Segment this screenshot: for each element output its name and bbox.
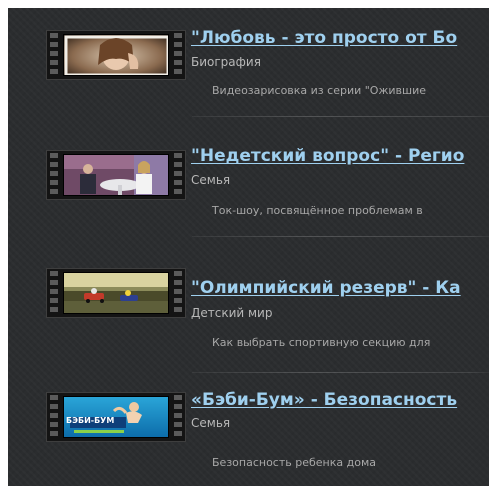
- film-strip-holes: [48, 153, 60, 197]
- video-description: Безопасность ребенка дома: [212, 456, 376, 469]
- video-category: Биография: [191, 55, 261, 69]
- list-item: "Олимпийский резерв" - Ка Детский мир Ка…: [8, 246, 489, 373]
- divider: [192, 372, 489, 373]
- video-thumbnail[interactable]: [46, 268, 186, 318]
- list-item: БЭБИ-БУМ «Бэби-Бум» - Безопасность Семья…: [8, 378, 489, 486]
- thumbnail-image: [63, 154, 169, 196]
- video-category: Детский мир: [191, 306, 273, 320]
- list-item: "Любовь - это просто от Бо Биография Вид…: [8, 8, 489, 126]
- video-list-panel: "Любовь - это просто от Бо Биография Вид…: [8, 8, 489, 486]
- video-title-link[interactable]: "Олимпийский резерв" - Ка: [191, 278, 461, 298]
- video-title-link[interactable]: «Бэби-Бум» - Безопасность: [191, 390, 457, 410]
- video-title-link[interactable]: "Любовь - это просто от Бо: [191, 28, 457, 48]
- woman-portrait-image: [64, 35, 168, 75]
- divider: [192, 236, 489, 237]
- film-strip-holes: [48, 395, 60, 439]
- film-strip-holes: [48, 271, 60, 315]
- film-strip-holes: [48, 33, 60, 77]
- thumbnail-image: [63, 34, 169, 76]
- video-title-link[interactable]: "Недетский вопрос" - Регио: [191, 146, 464, 166]
- film-strip-holes: [172, 395, 184, 439]
- thumbnail-logo-text: БЭБИ-БУМ: [66, 416, 115, 425]
- video-description: Как выбрать спортивную секцию для: [212, 336, 431, 349]
- video-category: Семья: [191, 416, 231, 430]
- talk-show-studio-image: [64, 155, 168, 195]
- list-item: "Недетский вопрос" - Регио Семья Ток-шоу…: [8, 126, 489, 244]
- video-description: Видеозарисовка из серии "Ожившие: [212, 84, 426, 97]
- film-strip-holes: [172, 271, 184, 315]
- thumbnail-image: [63, 272, 169, 314]
- video-thumbnail[interactable]: [46, 30, 186, 80]
- video-description: Ток-шоу, посвящённое проблемам в: [212, 204, 423, 217]
- film-strip-holes: [172, 33, 184, 77]
- video-category: Семья: [191, 173, 231, 187]
- video-thumbnail[interactable]: [46, 150, 186, 200]
- divider: [192, 116, 489, 117]
- film-strip-holes: [172, 153, 184, 197]
- karting-track-image: [64, 273, 168, 313]
